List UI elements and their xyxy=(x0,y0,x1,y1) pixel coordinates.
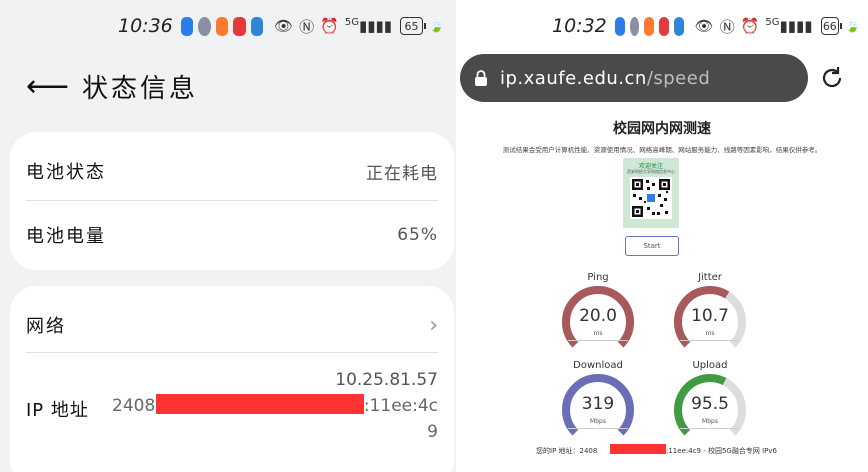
status-bar: 10:32 👁 Ⓝ ⏰ 5G▮▮▮▮ 66 🍃 xyxy=(552,10,860,42)
gauge-value: 319 xyxy=(581,394,615,414)
url-path: /speed xyxy=(646,67,711,89)
gauge-value: 10.7 xyxy=(691,306,729,326)
page-header: ⟵ 状态信息 xyxy=(26,68,198,105)
speedtest-disclaimer: 测试结果会受用户计算机性能、资源使用情况、网络高峰期、网站服务能力、线路等因素影… xyxy=(502,146,822,154)
gauge-unit: Mbps xyxy=(702,418,718,425)
ipv6-suffix: :11ee:4c xyxy=(363,396,438,416)
screenshot-root: 10:36 👁 Ⓝ ⏰ 5G▮▮▮▮ 65 🍃 ⟵ 状态信息 电池状态 正在耗电 xyxy=(0,0,868,472)
battery-status-value: 正在耗电 xyxy=(366,163,438,184)
status-bar: 10:36 👁 Ⓝ ⏰ 5G▮▮▮▮ 65 🍃 xyxy=(118,10,444,42)
lock-icon xyxy=(475,70,487,86)
reload-icon[interactable] xyxy=(818,64,846,92)
battery-card: 电池状态 正在耗电 电池电量 65% xyxy=(10,132,454,270)
battery-level: 65 xyxy=(404,19,419,33)
signal-icon: 5G▮▮▮▮ xyxy=(344,17,393,35)
star-app-icon xyxy=(614,16,625,36)
battery-level: 66 xyxy=(822,19,837,33)
gauge-baseline xyxy=(680,428,740,429)
gauge-unit: ms xyxy=(705,330,715,337)
network-row[interactable]: 网络 › xyxy=(26,312,438,338)
ip-address-row: IP 地址 10.25.81.57 2408 :11ee:4c 9 xyxy=(26,370,438,450)
redaction-bar xyxy=(610,444,666,454)
browser-screen: 10:32 👁 Ⓝ ⏰ 5G▮▮▮▮ 66 🍃 ip.xaufe.edu.cn /… xyxy=(456,0,868,472)
battery-status-label: 电池状态 xyxy=(26,162,106,183)
leaf-icon: 🍃 xyxy=(845,19,860,33)
battery-icon: 65 xyxy=(400,17,427,35)
status-time: 10:32 xyxy=(552,15,607,37)
url-host: ip.xaufe.edu.cn xyxy=(500,67,647,89)
chevron-right-icon: › xyxy=(429,312,438,338)
status-info-screen: 10:36 👁 Ⓝ ⏰ 5G▮▮▮▮ 65 🍃 ⟵ 状态信息 电池状态 正在耗电 xyxy=(0,0,456,472)
upload-gauge: Upload 95.5 Mbps xyxy=(662,360,758,438)
client-ip-suffix: :11ee:4c9 - 校园5G融合专网 IPv6 xyxy=(666,447,777,455)
download-gauge: Download 319 Mbps xyxy=(550,360,646,438)
network-type: 5G xyxy=(765,17,780,28)
settings-app-icon xyxy=(629,16,640,36)
qr-subtitle: 西安财经大学网络信息中心 xyxy=(627,169,675,174)
jitter-gauge: Jitter 10.7 ms xyxy=(662,272,758,350)
gauge-value: 95.5 xyxy=(691,394,729,414)
eye-icon: 👁 xyxy=(694,17,714,35)
network-card: 网络 › IP 地址 10.25.81.57 2408 :11ee:4c 9 xyxy=(10,286,454,472)
gauge-baseline xyxy=(568,428,628,429)
qr-card: 欢迎关注 西安财经大学网络信息中心 xyxy=(623,158,679,228)
status-time: 10:36 xyxy=(118,15,173,37)
ipv6-last: 9 xyxy=(427,422,438,442)
divider xyxy=(26,352,438,353)
ping-gauge: Ping 20.0 ms xyxy=(550,272,646,350)
ipv6-prefix: 2408 xyxy=(112,396,156,416)
nfc-icon: Ⓝ xyxy=(299,17,315,36)
notes-app-icon xyxy=(250,16,264,36)
heart-app-icon xyxy=(215,16,229,36)
qr-code-icon xyxy=(630,177,672,219)
video-app-icon xyxy=(659,16,669,36)
eye-icon: 👁 xyxy=(274,17,294,35)
battery-level-value: 65% xyxy=(397,225,438,245)
page-title: 状态信息 xyxy=(82,74,199,104)
gauge-baseline xyxy=(680,340,740,341)
battery-icon: 66 xyxy=(820,17,843,35)
battery-level-row: 电池电量 65% xyxy=(26,222,438,248)
video-app-icon xyxy=(233,16,246,36)
heart-app-icon xyxy=(644,16,655,36)
alarm-icon: ⏰ xyxy=(740,17,760,35)
alarm-icon: ⏰ xyxy=(320,17,339,35)
back-arrow-icon[interactable]: ⟵ xyxy=(26,69,69,104)
redaction-bar xyxy=(156,394,364,414)
notes-app-icon xyxy=(673,16,684,36)
address-bar[interactable]: ip.xaufe.edu.cn/speed xyxy=(460,54,808,102)
gauge-baseline xyxy=(568,340,628,341)
battery-status-row: 电池状态 正在耗电 xyxy=(26,158,438,184)
gauge-value: 20.0 xyxy=(579,306,617,326)
signal-icon: 5G▮▮▮▮ xyxy=(765,17,813,35)
network-label: 网络 xyxy=(26,316,66,337)
speedtest-title: 校园网内网测速 xyxy=(613,121,711,137)
star-app-icon xyxy=(180,16,194,36)
ipv4-value: 10.25.81.57 xyxy=(335,370,438,390)
gauge-unit: Mbps xyxy=(590,418,606,425)
leaf-icon: 🍃 xyxy=(429,19,444,33)
battery-level-label: 电池电量 xyxy=(26,226,106,247)
start-button[interactable]: Start xyxy=(625,236,679,256)
nfc-icon: Ⓝ xyxy=(719,17,735,36)
ip-address-label: IP 地址 xyxy=(26,400,89,421)
network-type: 5G xyxy=(344,17,359,28)
client-ip-prefix: 您的IP 地址：2408 xyxy=(536,447,598,455)
divider xyxy=(26,200,438,201)
settings-app-icon xyxy=(198,16,211,36)
gauge-unit: ms xyxy=(593,330,603,337)
